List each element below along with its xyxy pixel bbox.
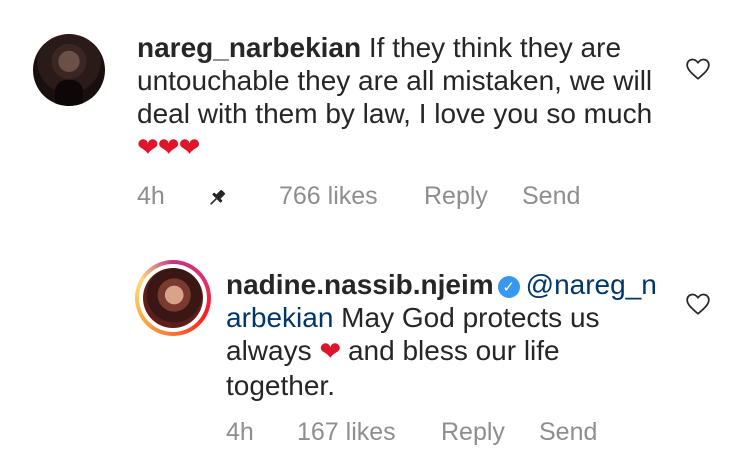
heart-emoji: ❤❤❤ (137, 133, 200, 163)
reply-button[interactable]: Reply (441, 418, 505, 447)
avatar-ring-gap (139, 264, 207, 332)
comment-username[interactable]: nadine.nassib.njeim (226, 269, 494, 300)
avatar-story-ring[interactable] (135, 260, 211, 336)
heart-outline-icon[interactable] (685, 291, 711, 317)
verified-badge-icon: ✓ (497, 276, 520, 298)
avatar[interactable] (143, 268, 203, 328)
send-button[interactable]: Send (539, 418, 597, 447)
heart-emoji: ❤ (319, 337, 341, 367)
comment-body: nareg_narbekian If they think they are u… (137, 31, 667, 165)
likes-count[interactable]: 766 likes (279, 182, 378, 211)
likes-count[interactable]: 167 likes (297, 418, 396, 447)
send-button[interactable]: Send (522, 182, 580, 211)
pin-icon (210, 189, 226, 205)
comment-username[interactable]: nareg_narbekian (137, 32, 361, 63)
comment-time: 4h (226, 418, 254, 446)
comment-body: nadine.nassib.njeim ✓ @nareg_narbekian May… (226, 268, 666, 402)
avatar[interactable] (33, 34, 105, 106)
reply-button[interactable]: Reply (424, 182, 488, 211)
comment-time: 4h (137, 182, 165, 210)
heart-outline-icon[interactable] (685, 56, 711, 82)
